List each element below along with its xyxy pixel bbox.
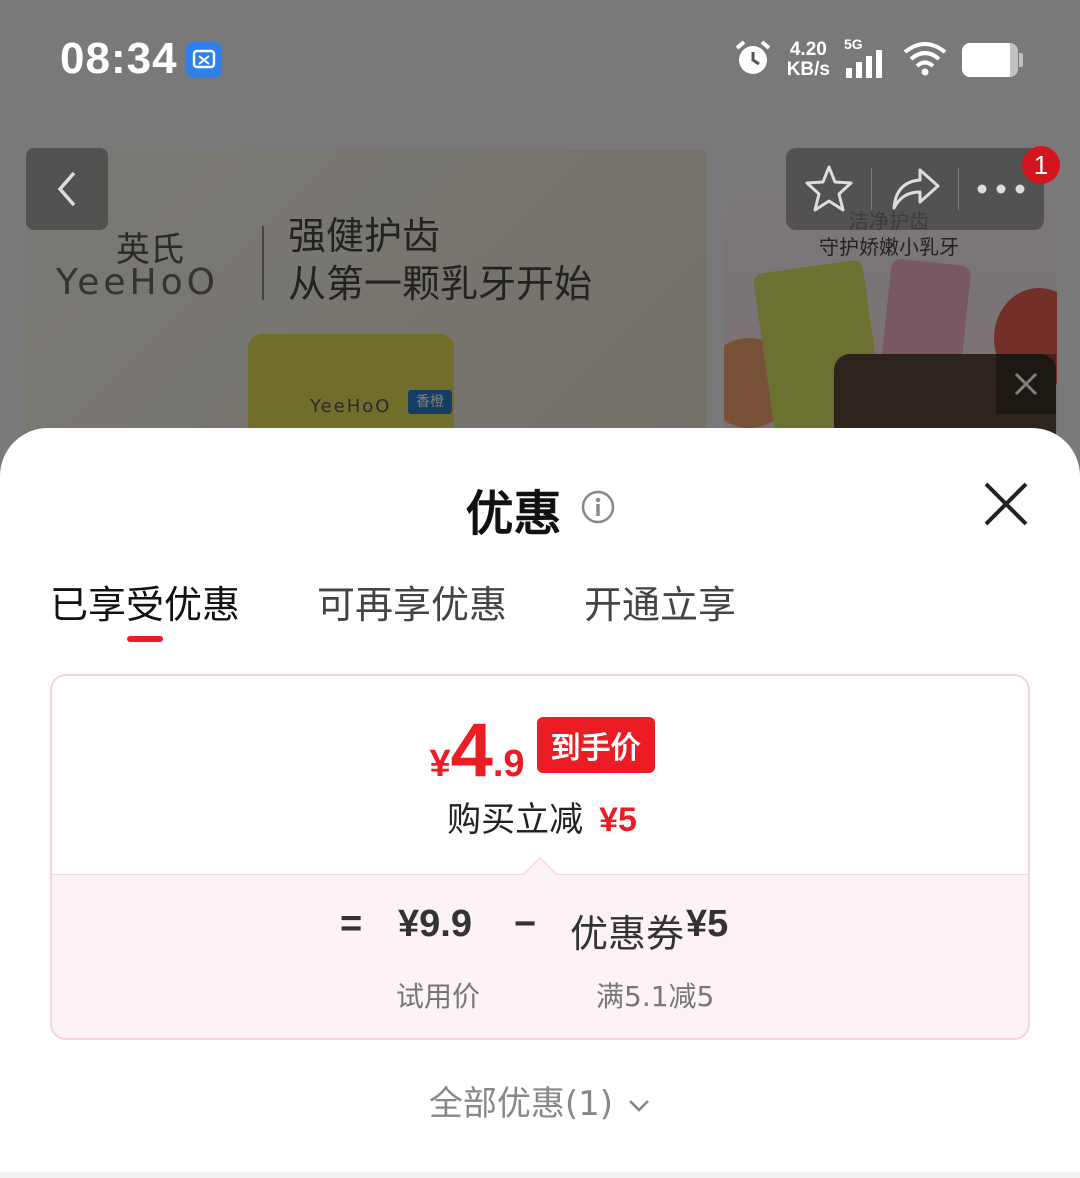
final-price-tag: 到手价 [536, 717, 655, 773]
tab-activate-discounts[interactable]: 开通立享 [584, 574, 736, 629]
price-breakdown-card: ¥ 4 .9 到手价 购买立减 ¥5 = ¥9.9 − 优惠券 ¥5 试用价 满5… [50, 674, 1030, 1040]
coupon-label: 优惠券 [570, 912, 685, 956]
sheet-header: 优惠 [0, 474, 1080, 544]
alarm-icon [733, 38, 773, 82]
all-offers-toggle[interactable]: 全部优惠(1) [0, 1076, 1080, 1125]
network-speed: 4.20 KB/s [786, 39, 830, 80]
favorite-star-icon[interactable] [786, 148, 871, 230]
close-icon[interactable] [976, 474, 1036, 534]
chevron-down-icon [629, 1099, 649, 1112]
status-bar: 08:34 4.20 KB/s 5G [0, 0, 1080, 120]
trial-price: ¥9.9 [398, 903, 472, 945]
minus-sign: − [514, 903, 537, 945]
price-formula: = ¥9.9 − 优惠券 ¥5 试用价 满5.1减5 [52, 874, 1028, 1038]
discount-tabs: 已享受优惠 可再享优惠 开通立享 [0, 574, 1080, 644]
final-price: ¥ 4 .9 到手价 [52, 713, 1028, 789]
tab-enjoyed-discounts[interactable]: 已享受优惠 [50, 574, 240, 629]
signal-icon: 5G [844, 36, 888, 80]
sheet-title: 优惠 [465, 486, 562, 542]
coupon-condition: 满5.1减5 [596, 980, 715, 1013]
battery-icon [962, 43, 1023, 77]
screenshot-app-icon [186, 42, 222, 78]
chevron-left-icon [57, 171, 76, 207]
coupon-amount: ¥5 [686, 903, 729, 945]
info-icon[interactable] [581, 490, 615, 524]
notification-count-badge: 1 [1022, 146, 1060, 184]
active-tab-indicator [127, 636, 163, 642]
share-icon[interactable] [872, 148, 957, 230]
back-button[interactable] [26, 148, 108, 230]
status-time: 08:34 [60, 34, 178, 83]
wifi-icon [902, 38, 948, 82]
instant-reduction: 购买立减 ¥5 [447, 800, 637, 840]
trial-price-label: 试用价 [396, 980, 481, 1013]
tab-more-discounts[interactable]: 可再享优惠 [317, 574, 507, 629]
all-offers-label: 全部优惠(1) [428, 1084, 614, 1124]
top-action-bar [786, 148, 1044, 230]
equals-sign: = [340, 903, 363, 945]
discount-bottom-sheet: 优惠 已享受优惠 可再享优惠 开通立享 ¥ 4 .9 到手价 购买立减 ¥5 = … [0, 428, 1080, 1178]
sheet-bottom-divider [0, 1172, 1080, 1178]
